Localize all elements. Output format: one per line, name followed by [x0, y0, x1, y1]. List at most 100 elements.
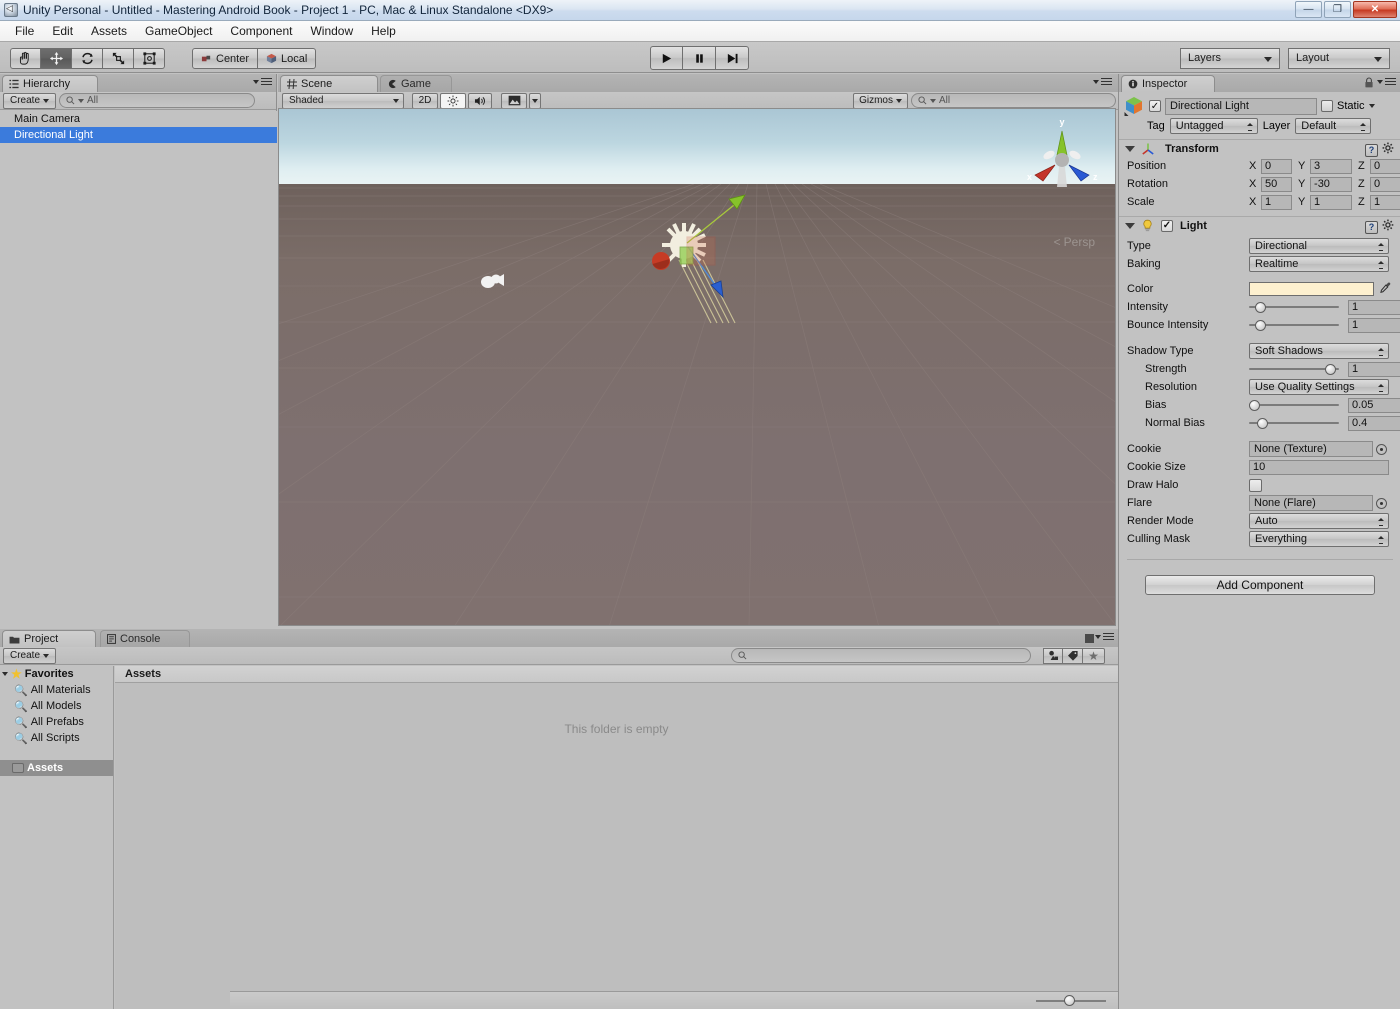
strength-field[interactable]: 1: [1348, 361, 1400, 377]
project-search-input[interactable]: [731, 648, 1031, 663]
tab-project[interactable]: Project: [2, 630, 96, 647]
rotation-y-field[interactable]: -30: [1310, 176, 1352, 192]
tree-item-assets[interactable]: Assets: [0, 760, 113, 776]
light-intensity-field[interactable]: 1: [1348, 299, 1400, 315]
scale-y-field[interactable]: 1: [1310, 194, 1352, 210]
rect-transform-tool-button[interactable]: [134, 48, 165, 69]
tab-hierarchy[interactable]: Hierarchy: [2, 75, 98, 92]
filter-by-type-button[interactable]: [1043, 647, 1063, 664]
add-component-button[interactable]: Add Component: [1145, 575, 1375, 595]
scene-search-input[interactable]: All: [911, 93, 1116, 108]
menu-component[interactable]: Component: [221, 22, 301, 40]
draw-halo-checkbox[interactable]: [1249, 478, 1262, 492]
layout-dropdown[interactable]: Layout: [1288, 48, 1390, 69]
pivot-mode-button[interactable]: Center: [192, 48, 259, 69]
menu-window[interactable]: Window: [301, 22, 362, 40]
foldout-arrow-icon[interactable]: [1125, 145, 1135, 152]
inspector-menu-button[interactable]: [1377, 78, 1396, 85]
close-button[interactable]: ✕: [1353, 1, 1397, 18]
rotate-tool-button[interactable]: [72, 48, 103, 69]
light-intensity-slider[interactable]: [1249, 300, 1339, 315]
tree-item-all-materials[interactable]: 🔍 All Materials: [0, 682, 113, 698]
handle-space-button[interactable]: Local: [258, 48, 317, 69]
scale-z-field[interactable]: 1: [1369, 194, 1400, 210]
bias-slider[interactable]: [1249, 398, 1339, 413]
zoom-slider-knob[interactable]: [1064, 995, 1075, 1006]
hierarchy-create-button[interactable]: Create: [3, 92, 57, 109]
tab-inspector[interactable]: Inspector: [1121, 75, 1215, 92]
hierarchy-item-directional-light[interactable]: Directional Light: [0, 127, 277, 143]
cookie-picker-icon[interactable]: [1376, 443, 1387, 455]
camera-gizmo-icon[interactable]: [479, 271, 505, 291]
pause-button[interactable]: [683, 46, 716, 70]
normal-bias-slider[interactable]: [1249, 416, 1339, 431]
object-enabled-checkbox[interactable]: ✓: [1149, 100, 1161, 112]
scene-projection-label[interactable]: < Persp: [1054, 235, 1095, 249]
foldout-arrow-icon[interactable]: [1125, 222, 1135, 229]
project-menu-button[interactable]: [1095, 633, 1114, 640]
transform-component-header[interactable]: Transform ?: [1119, 139, 1400, 157]
light-bounce-field[interactable]: 1: [1348, 317, 1400, 333]
tree-item-favorites[interactable]: ★ Favorites: [0, 666, 113, 682]
scene-axis-gizmo[interactable]: y x z: [1019, 113, 1105, 193]
normal-bias-field[interactable]: 0.4: [1348, 415, 1400, 431]
minimize-button[interactable]: —: [1295, 1, 1322, 18]
light-type-dropdown[interactable]: Directional: [1249, 238, 1389, 254]
hierarchy-item-main-camera[interactable]: Main Camera: [0, 111, 277, 127]
filter-by-label-button[interactable]: [1063, 647, 1083, 664]
tree-item-all-prefabs[interactable]: 🔍 All Prefabs: [0, 714, 113, 730]
resolution-dropdown[interactable]: Use Quality Settings: [1249, 379, 1389, 395]
play-button[interactable]: [650, 46, 683, 70]
light-bounce-slider[interactable]: [1249, 318, 1339, 333]
tab-scene[interactable]: Scene: [280, 75, 378, 92]
rotation-x-field[interactable]: 50: [1261, 176, 1293, 192]
position-x-field[interactable]: 0: [1261, 158, 1293, 174]
light-color-swatch[interactable]: [1249, 282, 1374, 296]
scene-effects-dropdown[interactable]: [529, 92, 541, 109]
cookie-size-field[interactable]: 10: [1249, 459, 1389, 475]
layer-dropdown[interactable]: Default: [1295, 118, 1372, 134]
strength-slider[interactable]: [1249, 362, 1339, 377]
tree-item-all-models[interactable]: 🔍 All Models: [0, 698, 113, 714]
scale-x-field[interactable]: 1: [1261, 194, 1293, 210]
foldout-arrow-icon[interactable]: [2, 672, 8, 676]
flare-picker-icon[interactable]: [1376, 497, 1387, 509]
position-z-field[interactable]: 0: [1369, 158, 1400, 174]
menu-help[interactable]: Help: [362, 22, 405, 40]
render-mode-dropdown[interactable]: Auto: [1249, 513, 1389, 529]
tab-game[interactable]: Game: [380, 75, 452, 92]
hand-tool-button[interactable]: [10, 48, 41, 69]
restore-button[interactable]: ❐: [1324, 1, 1351, 18]
scene-gizmos-dropdown[interactable]: Gizmos: [853, 92, 908, 109]
directional-light-gizmo[interactable]: [649, 175, 779, 325]
light-baking-dropdown[interactable]: Realtime: [1249, 256, 1389, 272]
cookie-object-field[interactable]: None (Texture): [1249, 441, 1373, 457]
static-checkbox[interactable]: [1321, 100, 1333, 112]
flare-object-field[interactable]: None (Flare): [1249, 495, 1373, 511]
gear-icon[interactable]: [1382, 219, 1395, 235]
menu-file[interactable]: File: [6, 22, 43, 40]
position-y-field[interactable]: 3: [1310, 158, 1352, 174]
tag-dropdown[interactable]: Untagged: [1169, 118, 1258, 134]
scene-menu-button[interactable]: [1093, 78, 1112, 85]
eyedropper-icon[interactable]: [1379, 281, 1392, 297]
project-maximize-icon[interactable]: [1085, 634, 1094, 643]
menu-edit[interactable]: Edit: [43, 22, 82, 40]
move-tool-button[interactable]: [41, 48, 72, 69]
static-dropdown-chevron-icon[interactable]: [1368, 104, 1375, 108]
tree-item-all-scripts[interactable]: 🔍 All Scripts: [0, 730, 113, 746]
hierarchy-search-input[interactable]: All: [59, 93, 256, 108]
help-icon[interactable]: ?: [1365, 220, 1378, 234]
scene-effects-toggle[interactable]: [501, 92, 527, 109]
menu-gameobject[interactable]: GameObject: [136, 22, 221, 40]
tab-console[interactable]: Console: [100, 630, 190, 647]
shadow-type-dropdown[interactable]: Soft Shadows: [1249, 343, 1389, 359]
scene-lighting-toggle[interactable]: [440, 92, 466, 109]
light-component-header[interactable]: ✓ Light ?: [1119, 216, 1400, 234]
layers-dropdown[interactable]: Layers: [1180, 48, 1280, 69]
step-button[interactable]: [716, 46, 749, 70]
scale-tool-button[interactable]: [103, 48, 134, 69]
help-icon[interactable]: ?: [1365, 143, 1378, 157]
culling-mask-dropdown[interactable]: Everything: [1249, 531, 1389, 547]
project-create-button[interactable]: Create: [3, 647, 57, 664]
